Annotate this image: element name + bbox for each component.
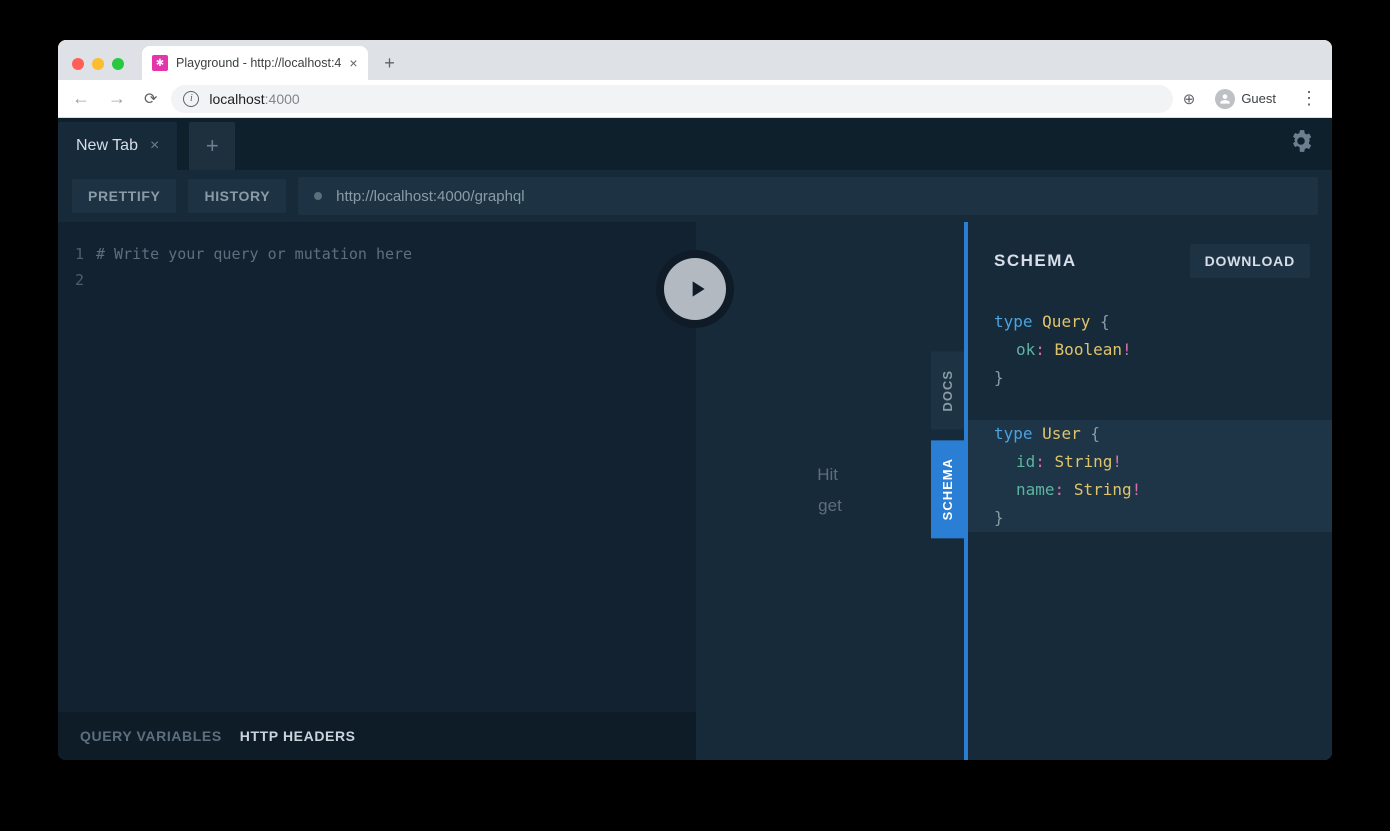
playground-tab[interactable]: New Tab × — [58, 122, 177, 170]
schema-tab[interactable]: SCHEMA — [931, 440, 964, 538]
maximize-window-button[interactable] — [112, 58, 124, 70]
play-icon — [664, 258, 726, 320]
window-controls — [68, 58, 134, 80]
result-placeholder: Hit get — [817, 460, 843, 521]
download-button[interactable]: DOWNLOAD — [1190, 244, 1310, 278]
close-tab-icon[interactable]: × — [349, 55, 357, 71]
http-headers-tab[interactable]: HTTP HEADERS — [240, 728, 356, 744]
playground-tabs: New Tab × + — [58, 118, 1332, 170]
history-button[interactable]: HISTORY — [188, 179, 286, 213]
editor-bottom-tabs: QUERY VARIABLES HTTP HEADERS — [58, 712, 696, 760]
schema-type-block[interactable]: type Query {ok: Boolean!} — [994, 308, 1332, 392]
result-pane: Hit get DOCS SCHEMA — [696, 222, 964, 760]
close-window-button[interactable] — [72, 58, 84, 70]
site-info-icon[interactable]: i — [183, 91, 199, 107]
prettify-button[interactable]: PRETTIFY — [72, 179, 176, 213]
editor-content: # Write your query or mutation here — [96, 242, 412, 712]
playground-main: 1 2 # Write your query or mutation here … — [58, 222, 1332, 760]
minimize-window-button[interactable] — [92, 58, 104, 70]
execute-query-button[interactable] — [656, 250, 734, 328]
browser-tab-title: Playground - http://localhost:4 — [176, 56, 341, 70]
endpoint-field[interactable]: http://localhost:4000/graphql — [298, 177, 1318, 215]
playground-toolbar: PRETTIFY HISTORY http://localhost:4000/g… — [58, 170, 1332, 222]
settings-button[interactable] — [1288, 128, 1314, 159]
endpoint-status-dot — [314, 192, 322, 200]
browser-window: Playground - http://localhost:4 × + ← → … — [58, 40, 1332, 760]
query-variables-tab[interactable]: QUERY VARIABLES — [80, 728, 222, 744]
browser-tab[interactable]: Playground - http://localhost:4 × — [142, 46, 368, 80]
profile-button[interactable]: Guest — [1205, 85, 1286, 113]
profile-label: Guest — [1241, 91, 1276, 106]
forward-button[interactable]: → — [104, 88, 130, 109]
playground-tab-label: New Tab — [76, 137, 138, 155]
side-tabs: DOCS SCHEMA — [931, 352, 964, 538]
address-field[interactable]: i localhost:4000 — [171, 85, 1172, 113]
graphql-favicon — [152, 55, 168, 71]
avatar-icon — [1215, 89, 1235, 109]
browser-toolbar: ← → ⟳ i localhost:4000 ⊕ Guest ⋮ — [58, 80, 1332, 118]
close-playground-tab-icon[interactable]: × — [150, 137, 159, 155]
back-button[interactable]: ← — [68, 88, 94, 109]
new-browser-tab-button[interactable]: + — [376, 49, 404, 77]
browser-tab-bar: Playground - http://localhost:4 × + — [58, 40, 1332, 80]
graphql-playground: New Tab × + PRETTIFY HISTORY http://loca… — [58, 118, 1332, 760]
add-playground-tab-button[interactable]: + — [189, 122, 235, 170]
endpoint-url: http://localhost:4000/graphql — [336, 188, 524, 205]
zoom-icon[interactable]: ⊕ — [1183, 90, 1196, 108]
line-gutter: 1 2 — [58, 242, 96, 712]
schema-body[interactable]: type Query {ok: Boolean!} type User {id: … — [968, 286, 1332, 560]
reload-button[interactable]: ⟳ — [140, 89, 161, 109]
browser-menu-icon[interactable]: ⋮ — [1296, 88, 1322, 109]
query-editor[interactable]: 1 2 # Write your query or mutation here — [58, 222, 696, 712]
schema-panel: SCHEMA DOWNLOAD type Query {ok: Boolean!… — [964, 222, 1332, 760]
gear-icon — [1288, 128, 1314, 154]
schema-type-block[interactable]: type User {id: String!name: String!} — [968, 420, 1332, 532]
schema-title: SCHEMA — [994, 251, 1077, 271]
schema-header: SCHEMA DOWNLOAD — [968, 222, 1332, 286]
query-editor-pane: 1 2 # Write your query or mutation here … — [58, 222, 696, 760]
url-text: localhost:4000 — [209, 91, 299, 107]
docs-tab[interactable]: DOCS — [931, 352, 964, 430]
